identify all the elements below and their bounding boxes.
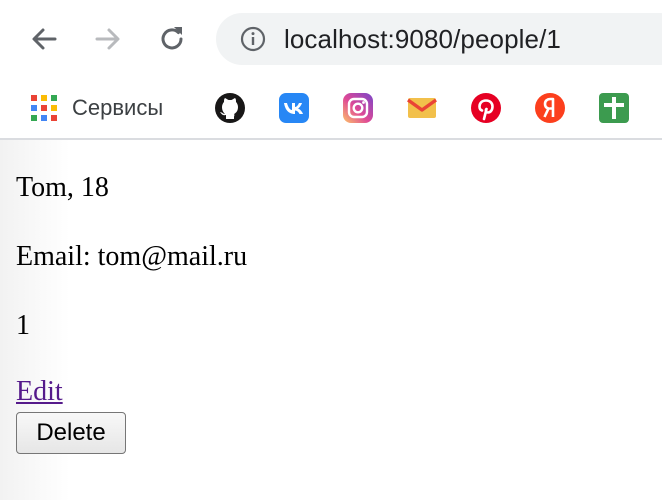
reload-button[interactable]	[152, 19, 192, 59]
google-plus-icon	[599, 93, 629, 123]
bookmark-github[interactable]	[214, 86, 246, 130]
bookmark-pinterest[interactable]	[470, 86, 502, 130]
yandex-icon	[535, 93, 565, 123]
back-button[interactable]	[24, 19, 64, 59]
vk-icon	[279, 93, 309, 123]
github-icon	[215, 93, 245, 123]
arrow-right-icon	[95, 28, 120, 50]
bookmark-apps-label: Сервисы	[72, 95, 164, 120]
instagram-icon	[343, 93, 373, 123]
info-icon[interactable]	[240, 26, 266, 52]
bookmark-vk[interactable]	[278, 86, 310, 130]
browser-toolbar: localhost:9080/people/1	[0, 0, 662, 78]
address-bar[interactable]: localhost:9080/people/1	[216, 13, 662, 65]
bookmark-instagram[interactable]	[342, 86, 374, 130]
apps-grid-icon	[31, 95, 57, 121]
person-id: 1	[16, 310, 30, 341]
bookmark-yandex[interactable]	[534, 86, 566, 130]
forward-button[interactable]	[88, 19, 128, 59]
address-url[interactable]: localhost:9080/people/1	[284, 24, 561, 55]
person-name-age: Tom, 18	[16, 172, 109, 203]
person-email: Email: tom@mail.ru	[16, 241, 248, 272]
delete-button[interactable]: Delete	[16, 412, 126, 454]
reload-icon	[161, 27, 183, 50]
bookmark-google-plus[interactable]	[598, 86, 630, 130]
gmail-icon	[407, 98, 437, 118]
edit-link[interactable]: Edit	[16, 376, 63, 408]
page-content: Tom, 18 Email: tom@mail.ru 1 Edit Delete	[0, 140, 662, 500]
bookmark-gmail[interactable]	[406, 86, 438, 130]
bookmark-apps[interactable]: Сервисы	[30, 86, 163, 130]
bookmarks-bar: Сервисы	[0, 78, 662, 138]
arrow-left-icon	[32, 28, 57, 50]
pinterest-icon	[471, 93, 501, 123]
